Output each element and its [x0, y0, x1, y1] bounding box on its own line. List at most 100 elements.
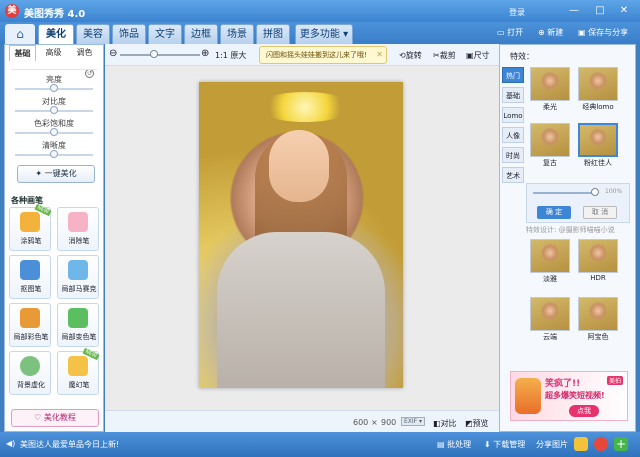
one-click-beautify-button[interactable]: ✦ 一键美化 — [17, 165, 95, 183]
ad-banner[interactable]: 笑疯了!! 超多爆笑短视频! 点我 美拍 — [510, 371, 628, 421]
title-bar: 美 美图秀秀 4.0 登录 — □ ✕ — [0, 0, 640, 22]
save-share-button[interactable]: ▣ 保存与分享 — [578, 26, 628, 40]
brush-mosaic[interactable]: 局部马赛克 — [57, 255, 99, 299]
brush-doodle[interactable]: NEW 涂鸦笔 — [9, 203, 52, 251]
effect-thumb[interactable]: 淡雅 — [530, 239, 570, 283]
effect-category-basic[interactable]: 基础 — [502, 87, 524, 103]
brush-cutout[interactable]: 抠图笔 — [9, 255, 51, 299]
effect-thumb[interactable]: 复古 — [530, 123, 570, 167]
opacity-knob[interactable] — [591, 188, 599, 196]
color-brush-icon — [20, 308, 40, 328]
preview-button[interactable]: ◩预览 — [465, 418, 489, 429]
folder-icon: ▭ — [497, 28, 508, 37]
tab-scene[interactable]: 场景 — [220, 24, 254, 44]
ad-character-icon — [515, 378, 541, 414]
new-button[interactable]: ⊕ 新建 — [538, 26, 563, 40]
app-title: 美图秀秀 4.0 — [24, 9, 86, 20]
image-width: 600 — [353, 418, 369, 427]
home-tab[interactable]: ⌂ — [5, 24, 35, 44]
photo-woman-flower-crown[interactable] — [199, 82, 403, 388]
opacity-value: 100% — [605, 188, 623, 195]
crop-button[interactable]: ✂裁剪 — [433, 50, 456, 61]
beautify-tutorial-button[interactable]: ♡ 美化教程 — [11, 409, 99, 427]
weibo-icon[interactable] — [594, 437, 608, 451]
subtab-advanced[interactable]: 高级 — [40, 45, 67, 61]
confirm-button[interactable]: 确 定 — [537, 206, 571, 219]
tab-text[interactable]: 文字 — [148, 24, 182, 44]
ad-subline: 超多爆笑短视频! — [545, 391, 605, 400]
effect-preview — [578, 67, 618, 101]
effect-opacity-box: 100% 确 定 取 消 — [526, 183, 630, 223]
cancel-button[interactable]: 取 消 — [583, 206, 617, 219]
home-icon: ⌂ — [16, 27, 24, 41]
effect-thumb[interactable]: HDR — [578, 239, 618, 283]
minimize-button[interactable]: — — [568, 5, 580, 17]
doodle-brush-icon — [20, 212, 40, 232]
brush-background-blur[interactable]: 背景虚化 — [9, 351, 51, 395]
add-icon[interactable]: + — [614, 437, 628, 451]
zoom-knob[interactable] — [150, 50, 158, 58]
image-canvas[interactable] — [105, 66, 499, 410]
brush-magic[interactable]: NEW 魔幻笔 — [57, 347, 100, 395]
effect-category-portrait[interactable]: 人像 — [502, 127, 524, 143]
subtab-basic[interactable]: 基础 — [9, 45, 36, 61]
tab-more-features[interactable]: 更多功能 ▾ — [295, 24, 353, 44]
effect-category-lomo[interactable]: Lomo — [502, 107, 524, 123]
effect-label: 淡雅 — [543, 275, 557, 283]
download-icon: ⬇ — [484, 440, 494, 449]
tab-makeup[interactable]: 美容 — [76, 24, 110, 44]
close-button[interactable]: ✕ — [618, 5, 630, 17]
slider-knob[interactable] — [50, 128, 58, 136]
effect-thumb[interactable]: 柔光 — [530, 67, 570, 111]
zoom-in-icon[interactable]: ⊕ — [201, 48, 209, 59]
slider-sharpness[interactable] — [15, 150, 93, 158]
resize-button[interactable]: ▣尺寸 — [466, 50, 490, 61]
batch-button[interactable]: ▤ 批处理 — [437, 439, 471, 450]
resize-icon: ▣ — [466, 51, 474, 60]
brush-eraser[interactable]: 消除笔 — [57, 207, 99, 251]
brush-local-recolor[interactable]: 局部变色笔 — [57, 303, 99, 347]
slider-saturation[interactable] — [15, 128, 93, 136]
effect-preview — [530, 239, 570, 273]
effect-category-popular[interactable]: 热门 — [502, 67, 524, 83]
magic-icon: ✦ — [35, 169, 45, 178]
tab-accessories[interactable]: 饰品 — [112, 24, 146, 44]
maximize-button[interactable]: □ — [594, 5, 606, 17]
slider-contrast[interactable] — [15, 106, 93, 114]
slider-knob[interactable] — [50, 150, 58, 158]
effect-preview — [530, 297, 570, 331]
actual-size-button[interactable]: 1:1 原大 — [215, 50, 246, 61]
zoom-slider[interactable] — [120, 50, 200, 58]
opacity-slider[interactable] — [533, 188, 599, 196]
rotate-button[interactable]: ⟲旋转 — [399, 50, 422, 61]
open-button[interactable]: ▭ 打开 — [497, 26, 523, 40]
download-manager-button[interactable]: ⬇ 下载管理 — [484, 439, 525, 450]
slider-brightness[interactable] — [15, 84, 93, 92]
rotate-label: 旋转 — [405, 51, 422, 60]
tab-beautify[interactable]: 美化 — [38, 24, 74, 44]
star-icon[interactable] — [574, 437, 588, 451]
login-link[interactable]: 登录 — [509, 7, 525, 18]
zoom-out-icon[interactable]: ⊖ — [109, 48, 117, 59]
subtab-color[interactable]: 调色 — [71, 45, 98, 61]
effect-label: 柔光 — [543, 103, 557, 111]
effect-thumb[interactable]: 阿宝色 — [578, 297, 618, 341]
slider-knob[interactable] — [50, 84, 58, 92]
effect-category-fashion[interactable]: 时尚 — [502, 147, 524, 163]
close-icon[interactable]: ✕ — [376, 47, 383, 63]
effect-thumb[interactable]: 经典lomo — [578, 67, 618, 111]
effect-category-art[interactable]: 艺术 — [502, 167, 524, 183]
brush-local-color[interactable]: 局部彩色笔 — [9, 303, 51, 347]
tab-frame[interactable]: 边框 — [184, 24, 218, 44]
effect-designer-credit[interactable]: 特效设计: @摄影师喵喵小说 — [526, 225, 615, 235]
effect-thumb[interactable]: 云端 — [530, 297, 570, 341]
compare-button[interactable]: ◧对比 — [433, 418, 457, 429]
new-label: 新建 — [547, 28, 564, 37]
slider-knob[interactable] — [50, 106, 58, 114]
news-ticker[interactable]: 美图达人最爱单品今日上新! — [20, 439, 119, 450]
tab-collage[interactable]: 拼图 — [256, 24, 290, 44]
effect-thumb-selected[interactable]: 粉红佳人 — [578, 123, 618, 167]
tip-banner: 闪图和摇头娃娃搬到这儿来了哦! ✕ — [259, 46, 387, 64]
ad-cta-button[interactable]: 点我 — [569, 405, 599, 417]
exif-button[interactable]: EXIF ▾ — [401, 417, 426, 426]
